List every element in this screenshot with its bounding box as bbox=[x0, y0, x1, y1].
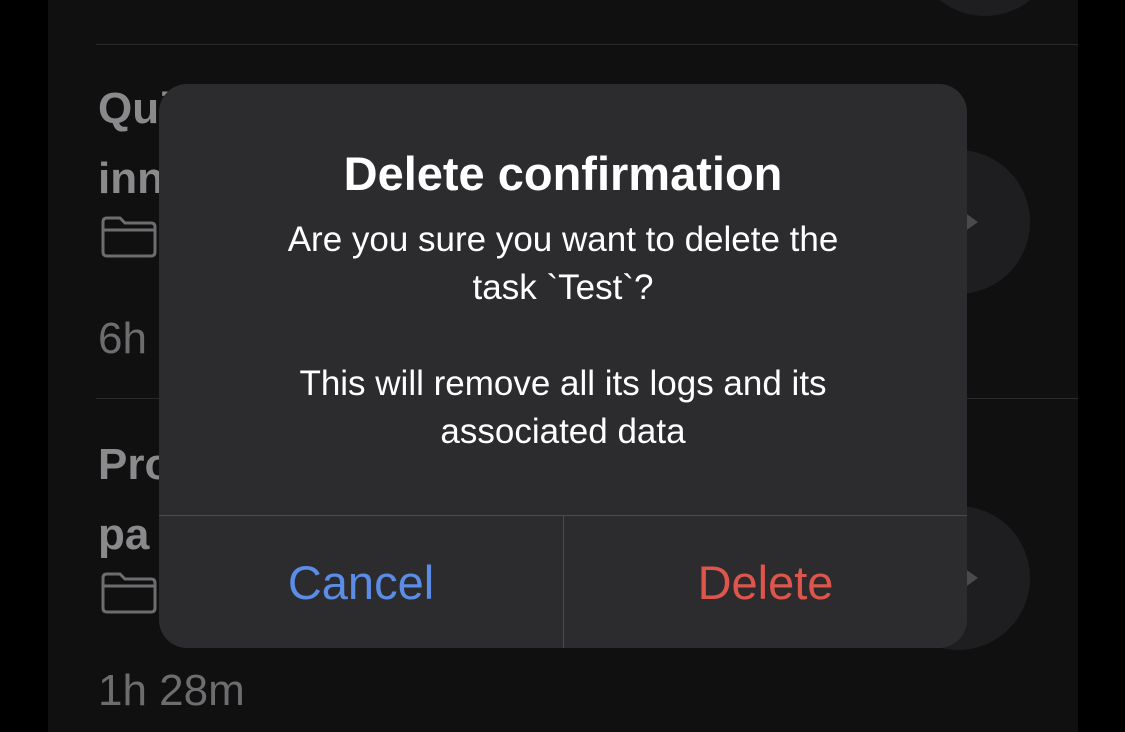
dialog-message-line: This will remove all its logs and its bbox=[299, 364, 827, 403]
dialog-message-line: task `Test`? bbox=[472, 268, 654, 307]
delete-confirmation-dialog: Delete confirmation Are you sure you wan… bbox=[159, 84, 967, 648]
dialog-message-line: Are you sure you want to delete the bbox=[287, 220, 839, 259]
task-duration: 1h 28m bbox=[98, 666, 245, 715]
delete-button[interactable]: Delete bbox=[564, 516, 967, 648]
list-divider bbox=[96, 44, 1078, 45]
play-button[interactable] bbox=[913, 0, 1057, 16]
folder-icon bbox=[101, 572, 157, 614]
folder-icon bbox=[101, 216, 157, 258]
dialog-message: Are you sure you want to delete the task… bbox=[219, 216, 907, 456]
dialog-title: Delete confirmation bbox=[343, 147, 783, 200]
task-duration: 6h bbox=[98, 314, 147, 363]
dialog-message-line: associated data bbox=[440, 412, 686, 451]
cancel-button[interactable]: Cancel bbox=[159, 516, 563, 648]
